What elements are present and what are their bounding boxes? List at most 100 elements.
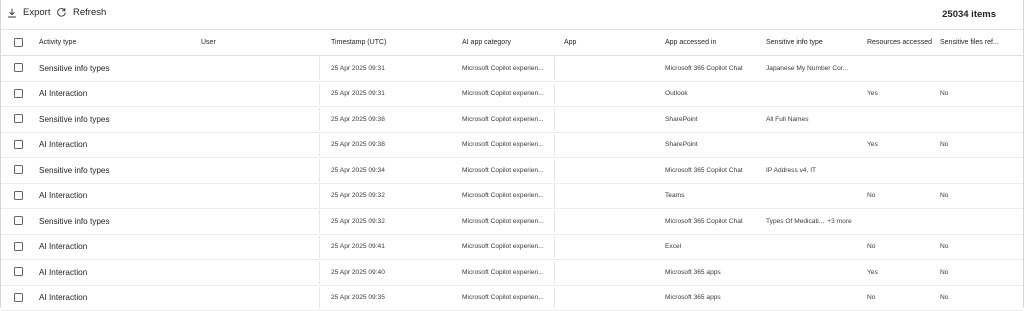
ai-app-category-cell: Microsoft Copilot experien... bbox=[462, 158, 554, 183]
row-checkbox[interactable] bbox=[14, 140, 23, 149]
row-checkbox[interactable] bbox=[14, 89, 23, 98]
timestamp-cell: 25 Apr 2025 09:40 bbox=[331, 260, 451, 285]
ai-app-category-cell: Microsoft Copilot experien... bbox=[462, 107, 554, 132]
cell-divider bbox=[554, 185, 555, 208]
refresh-button[interactable]: Refresh bbox=[56, 7, 106, 18]
activity-type-cell: Sensitive info types bbox=[39, 209, 189, 234]
app-accessed-in-cell: Microsoft 365 Copilot Chat bbox=[665, 209, 760, 234]
table-row[interactable]: Sensitive info types 25 Apr 2025 09:38 M… bbox=[1, 107, 1023, 133]
table-row[interactable]: AI Interaction 25 Apr 2025 09:35 Microso… bbox=[1, 286, 1023, 311]
column-header-activity-type[interactable]: Activity type bbox=[39, 30, 189, 55]
app-accessed-in-cell: Microsoft 365 Copilot Chat bbox=[665, 56, 760, 81]
app-cell bbox=[564, 158, 659, 183]
cell-divider bbox=[319, 57, 320, 80]
sensitive-files-cell bbox=[940, 107, 1006, 132]
table-row[interactable]: AI Interaction 25 Apr 2025 09:31 Microso… bbox=[1, 82, 1023, 108]
timestamp-cell: 25 Apr 2025 09:35 bbox=[331, 286, 451, 311]
cell-divider bbox=[554, 134, 555, 157]
row-checkbox[interactable] bbox=[14, 63, 23, 72]
user-cell bbox=[201, 107, 311, 132]
sensitive-info-type-cell: All Full Names bbox=[766, 107, 861, 132]
row-checkbox[interactable] bbox=[14, 242, 23, 251]
sensitive-info-type-value: All Full Names bbox=[766, 116, 809, 123]
cell-divider bbox=[554, 83, 555, 106]
sensitive-files-cell: No bbox=[940, 260, 1006, 285]
table-row[interactable]: Sensitive info types 25 Apr 2025 09:31 M… bbox=[1, 56, 1023, 82]
app-cell bbox=[564, 107, 659, 132]
column-header-user[interactable]: User bbox=[201, 30, 321, 55]
row-checkbox[interactable] bbox=[14, 165, 23, 174]
sensitive-info-type-cell bbox=[766, 286, 861, 311]
cell-divider bbox=[319, 287, 320, 310]
sensitive-info-type-cell bbox=[766, 260, 861, 285]
table-row[interactable]: Sensitive info types 25 Apr 2025 09:34 M… bbox=[1, 158, 1023, 184]
activity-type-cell: Sensitive info types bbox=[39, 158, 189, 183]
table-row[interactable]: Sensitive info types 25 Apr 2025 09:32 M… bbox=[1, 209, 1023, 235]
table-row[interactable]: AI Interaction 25 Apr 2025 09:32 Microso… bbox=[1, 184, 1023, 210]
toolbar: Export Refresh 25034 items bbox=[1, 0, 1023, 28]
activity-type-cell: AI Interaction bbox=[39, 286, 189, 311]
column-header-app[interactable]: App bbox=[564, 30, 659, 55]
row-checkbox[interactable] bbox=[14, 216, 23, 225]
user-cell bbox=[201, 158, 311, 183]
cell-divider bbox=[319, 134, 320, 157]
app-accessed-in-cell: Microsoft 365 apps bbox=[665, 286, 760, 311]
resources-accessed-cell: Yes bbox=[867, 133, 937, 158]
table-header: Activity type User Timestamp (UTC) AI ap… bbox=[1, 29, 1023, 56]
sensitive-files-cell: No bbox=[940, 82, 1006, 107]
table-row[interactable]: AI Interaction 25 Apr 2025 09:38 Microso… bbox=[1, 133, 1023, 159]
sensitive-files-cell: No bbox=[940, 184, 1006, 209]
activity-type-cell: AI Interaction bbox=[39, 260, 189, 285]
column-header-timestamp[interactable]: Timestamp (UTC) bbox=[331, 30, 451, 55]
table-row[interactable]: AI Interaction 25 Apr 2025 09:40 Microso… bbox=[1, 260, 1023, 286]
sensitive-info-type-cell bbox=[766, 133, 861, 158]
ai-app-category-cell: Microsoft Copilot experien... bbox=[462, 286, 554, 311]
app-cell bbox=[564, 235, 659, 260]
refresh-icon bbox=[56, 7, 67, 18]
sensitive-info-type-value: Japanese My Number Cor... bbox=[766, 65, 848, 72]
select-all-checkbox[interactable] bbox=[14, 38, 23, 47]
sensitive-files-cell bbox=[940, 209, 1006, 234]
ai-app-category-cell: Microsoft Copilot experien... bbox=[462, 260, 554, 285]
timestamp-cell: 25 Apr 2025 09:38 bbox=[331, 133, 451, 158]
column-header-ai-app-category[interactable]: AI app category bbox=[462, 30, 557, 55]
sensitive-files-cell bbox=[940, 158, 1006, 183]
sensitive-info-type-cell bbox=[766, 82, 861, 107]
timestamp-cell: 25 Apr 2025 09:38 bbox=[331, 107, 451, 132]
activity-type-cell: Sensitive info types bbox=[39, 107, 189, 132]
cell-divider bbox=[319, 236, 320, 259]
export-button[interactable]: Export bbox=[7, 7, 50, 18]
app-cell bbox=[564, 286, 659, 311]
sensitive-info-type-cell: Japanese My Number Cor... bbox=[766, 56, 861, 81]
timestamp-cell: 25 Apr 2025 09:32 bbox=[331, 184, 451, 209]
activity-type-cell: Sensitive info types bbox=[39, 56, 189, 81]
cell-divider bbox=[554, 108, 555, 131]
timestamp-cell: 25 Apr 2025 09:41 bbox=[331, 235, 451, 260]
cell-divider bbox=[319, 108, 320, 131]
row-checkbox[interactable] bbox=[14, 114, 23, 123]
column-header-sensitive-info-type[interactable]: Sensitive info type bbox=[766, 30, 861, 55]
table-row[interactable]: AI Interaction 25 Apr 2025 09:41 Microso… bbox=[1, 235, 1023, 261]
resources-accessed-cell bbox=[867, 56, 937, 81]
cell-divider bbox=[554, 57, 555, 80]
more-types-link[interactable]: +3 more bbox=[827, 218, 851, 225]
row-checkbox[interactable] bbox=[14, 293, 23, 302]
app-accessed-in-cell: Excel bbox=[665, 235, 760, 260]
column-header-sensitive-files-referenced[interactable]: Sensitive files ref... bbox=[940, 30, 1006, 55]
app-cell bbox=[564, 133, 659, 158]
column-header-resources-accessed[interactable]: Resources accessed bbox=[867, 30, 937, 55]
column-header-app-accessed-in[interactable]: App accessed in bbox=[665, 30, 760, 55]
user-cell bbox=[201, 133, 311, 158]
app-cell bbox=[564, 56, 659, 81]
sensitive-info-type-cell bbox=[766, 235, 861, 260]
ai-app-category-cell: Microsoft Copilot experien... bbox=[462, 82, 554, 107]
app-accessed-in-cell: Microsoft 365 apps bbox=[665, 260, 760, 285]
row-checkbox[interactable] bbox=[14, 267, 23, 276]
resources-accessed-cell bbox=[867, 107, 937, 132]
row-checkbox[interactable] bbox=[14, 191, 23, 200]
user-cell bbox=[201, 286, 311, 311]
ai-app-category-cell: Microsoft Copilot experien... bbox=[462, 56, 554, 81]
sensitive-files-cell: No bbox=[940, 286, 1006, 311]
activity-type-cell: AI Interaction bbox=[39, 184, 189, 209]
cell-divider bbox=[554, 287, 555, 310]
